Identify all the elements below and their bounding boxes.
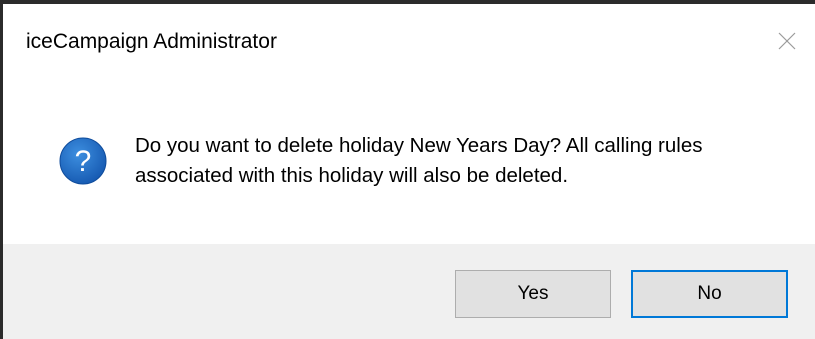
svg-text:?: ? — [75, 145, 92, 178]
message-dialog: iceCampaign Administrator ? Do you want … — [0, 0, 815, 339]
question-icon: ? — [58, 136, 108, 186]
close-button[interactable] — [772, 26, 802, 56]
dialog-message: Do you want to delete holiday New Years … — [135, 134, 703, 187]
no-button[interactable]: No — [631, 270, 788, 318]
yes-button[interactable]: Yes — [455, 270, 611, 318]
close-icon — [778, 32, 796, 50]
dialog-title: iceCampaign Administrator — [26, 30, 277, 53]
window-frame-top — [0, 0, 815, 4]
